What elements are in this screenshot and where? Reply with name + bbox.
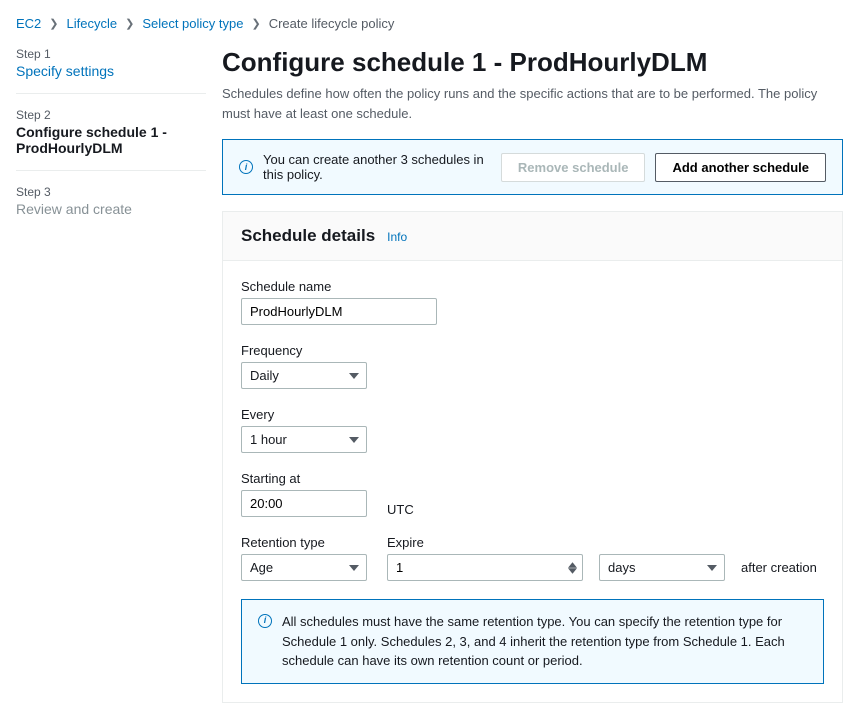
starting-at-label: Starting at [241,471,824,486]
retention-type-value: Age [241,554,367,581]
chevron-right-icon: ❯ [49,17,58,30]
step-title: Specify settings [16,63,206,79]
expire-unit-select[interactable]: days [599,554,725,581]
schedule-notice: i You can create another 3 schedules in … [222,139,843,195]
footnote-text: All schedules must have the same retenti… [282,612,807,671]
step-title: Configure schedule 1 - ProdHourlyDLM [16,124,206,156]
schedule-name-label: Schedule name [241,279,824,294]
utc-label: UTC [387,502,414,517]
every-select[interactable]: 1 hour [241,426,367,453]
after-creation-label: after creation [741,560,817,575]
expire-value-input[interactable] [387,554,583,581]
expire-value-stepper[interactable] [387,554,583,581]
step-title: Review and create [16,201,206,217]
info-icon: i [239,160,253,174]
schedule-details-panel: Schedule details Info Schedule name Freq… [222,211,843,703]
step-label: Step 2 [16,108,206,122]
expire-unit-value: days [599,554,725,581]
breadcrumb-link[interactable]: Select policy type [142,16,243,31]
step-label: Step 1 [16,47,206,61]
step-label: Step 3 [16,185,206,199]
schedule-name-input[interactable] [241,298,437,325]
frequency-value: Daily [241,362,367,389]
frequency-select[interactable]: Daily [241,362,367,389]
every-value: 1 hour [241,426,367,453]
add-schedule-button[interactable]: Add another schedule [655,153,826,182]
info-icon: i [258,614,272,628]
wizard-step-3: Step 3 Review and create [16,185,206,231]
breadcrumb-current: Create lifecycle policy [269,16,395,31]
remove-schedule-button: Remove schedule [501,153,646,182]
expire-label: Expire [387,535,817,550]
page-title: Configure schedule 1 - ProdHourlyDLM [222,47,843,78]
chevron-right-icon: ❯ [251,17,260,30]
wizard-step-1[interactable]: Step 1 Specify settings [16,47,206,94]
frequency-label: Frequency [241,343,824,358]
retention-type-select[interactable]: Age [241,554,367,581]
wizard-step-2: Step 2 Configure schedule 1 - ProdHourly… [16,108,206,171]
retention-footnote: i All schedules must have the same reten… [241,599,824,684]
notice-text: You can create another 3 schedules in th… [263,152,491,182]
retention-type-label: Retention type [241,535,367,550]
breadcrumb: EC2 ❯ Lifecycle ❯ Select policy type ❯ C… [16,16,843,31]
wizard-sidebar: Step 1 Specify settings Step 2 Configure… [16,47,206,703]
chevron-right-icon: ❯ [125,17,134,30]
every-label: Every [241,407,824,422]
info-link[interactable]: Info [387,230,407,244]
breadcrumb-link[interactable]: EC2 [16,16,41,31]
starting-at-input[interactable] [241,490,367,517]
caret-down-icon[interactable] [568,568,577,574]
panel-header: Schedule details Info [223,212,842,261]
panel-title: Schedule details [241,226,375,246]
breadcrumb-link[interactable]: Lifecycle [67,16,118,31]
page-subtitle: Schedules define how often the policy ru… [222,84,843,123]
